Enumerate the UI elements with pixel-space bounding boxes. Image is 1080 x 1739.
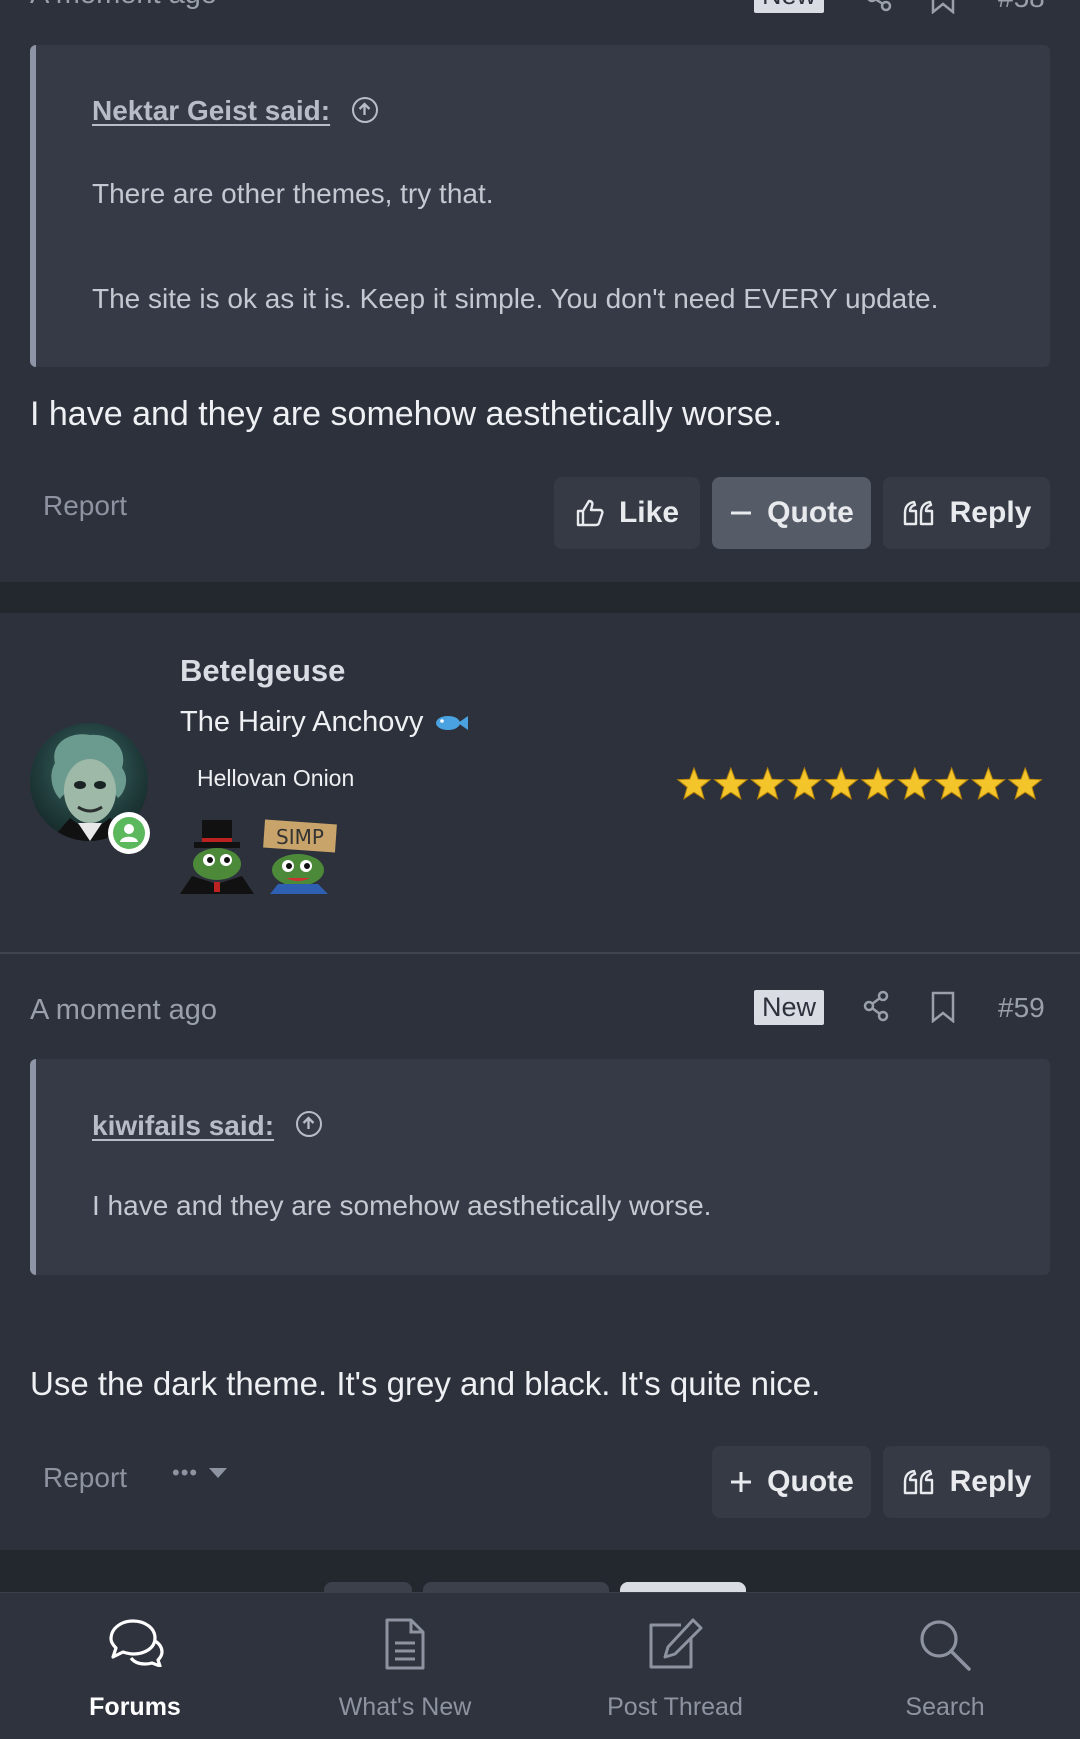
thumbs-up-icon	[576, 499, 604, 527]
quote-line: The site is ok as it is. Keep it simple.…	[92, 283, 939, 314]
online-status-icon	[108, 812, 150, 854]
post-time: A moment ago	[30, 994, 217, 1026]
reply-label: Reply	[949, 1465, 1032, 1498]
minus-icon	[731, 511, 752, 515]
edit-icon	[645, 1617, 705, 1676]
go-to-quote-icon[interactable]	[296, 1111, 322, 1137]
report-link[interactable]: Report	[43, 490, 127, 522]
post-59-author-header: Betelgeuse The Hairy Anchovy Hellovan On…	[0, 613, 1080, 952]
nav-label: Forums	[89, 1693, 181, 1721]
trophy-badge-tophat	[180, 818, 254, 899]
star-icon	[750, 766, 786, 800]
report-link[interactable]: Report	[43, 1462, 127, 1494]
quote-button[interactable]: Quote	[712, 1446, 871, 1518]
star-icon	[713, 766, 749, 800]
new-badge: New	[754, 0, 825, 13]
post-number[interactable]: #58	[998, 0, 1045, 14]
plus-icon	[731, 1472, 752, 1492]
post-body: I have and they are somehow aestheticall…	[30, 395, 783, 433]
fish-icon	[436, 715, 469, 730]
quote-button[interactable]: Quote	[712, 477, 871, 549]
username[interactable]: Betelgeuse	[180, 653, 345, 689]
star-icon	[823, 766, 859, 800]
trophy-badge-simp: SIMP	[262, 818, 338, 899]
quote-marks-icon	[903, 1469, 933, 1495]
post-body: Use the dark theme. It's grey and black.…	[30, 1365, 821, 1402]
quote-line: I have and they are somehow aestheticall…	[92, 1190, 712, 1221]
search-icon	[917, 1617, 973, 1678]
share-icon[interactable]	[861, 990, 891, 1027]
like-button[interactable]: Like	[554, 477, 700, 549]
quote-line: There are other themes, try that.	[92, 178, 494, 209]
bookmark-icon[interactable]	[930, 991, 956, 1028]
post-58: A moment ago New #58 Nektar Geist said: …	[0, 0, 1080, 582]
reply-label: Reply	[949, 496, 1032, 529]
rating-stars	[676, 766, 1043, 800]
bookmark-icon[interactable]	[930, 0, 956, 19]
star-icon	[897, 766, 933, 800]
quote-author-link[interactable]: kiwifails said:	[92, 1110, 274, 1142]
new-badge: New	[754, 990, 825, 1025]
simp-sign-text: SIMP	[276, 825, 324, 849]
quote-label: Quote	[767, 496, 854, 529]
more-dots: •••	[172, 1460, 199, 1485]
quote-marks-icon	[903, 500, 933, 526]
user-title-row: The Hairy Anchovy	[180, 706, 469, 739]
user-banner: Hellovan Onion	[197, 765, 355, 791]
nav-search[interactable]: Search	[810, 1593, 1080, 1739]
like-label: Like	[618, 496, 680, 529]
star-icon	[1007, 766, 1043, 800]
post-59: A moment ago New #59 kiwifails said: I h…	[0, 954, 1080, 1550]
go-to-quote-icon[interactable]	[352, 97, 378, 123]
star-icon	[676, 766, 712, 800]
post-number[interactable]: #59	[998, 992, 1045, 1024]
star-icon	[934, 766, 970, 800]
star-icon	[970, 766, 1006, 800]
post-time: A moment ago	[30, 0, 217, 11]
quote-block: Nektar Geist said: There are other theme…	[30, 45, 1050, 367]
nav-forums[interactable]: Forums	[0, 1593, 270, 1739]
nav-whats-new[interactable]: What's New	[270, 1593, 540, 1739]
reply-button[interactable]: Reply	[883, 1446, 1050, 1518]
caret-down-icon	[209, 1468, 228, 1478]
chat-bubbles-icon	[105, 1617, 165, 1672]
quote-block: kiwifails said: I have and they are some…	[30, 1059, 1050, 1275]
quote-label: Quote	[767, 1465, 854, 1498]
nav-label: Search	[905, 1693, 985, 1721]
bottom-navigation: Forums What's New Post Thread Search	[0, 1592, 1080, 1739]
nav-post-thread[interactable]: Post Thread	[540, 1593, 810, 1739]
more-options-menu[interactable]: •••	[172, 1460, 228, 1486]
reply-button[interactable]: Reply	[883, 477, 1050, 549]
nav-label: What's New	[338, 1693, 472, 1721]
nav-label: Post Thread	[607, 1693, 743, 1721]
share-icon[interactable]	[864, 0, 894, 17]
document-icon	[383, 1617, 427, 1676]
user-title: The Hairy Anchovy	[180, 706, 424, 738]
star-icon	[786, 766, 822, 800]
star-icon	[860, 766, 896, 800]
quote-author-link[interactable]: Nektar Geist said:	[92, 95, 330, 127]
